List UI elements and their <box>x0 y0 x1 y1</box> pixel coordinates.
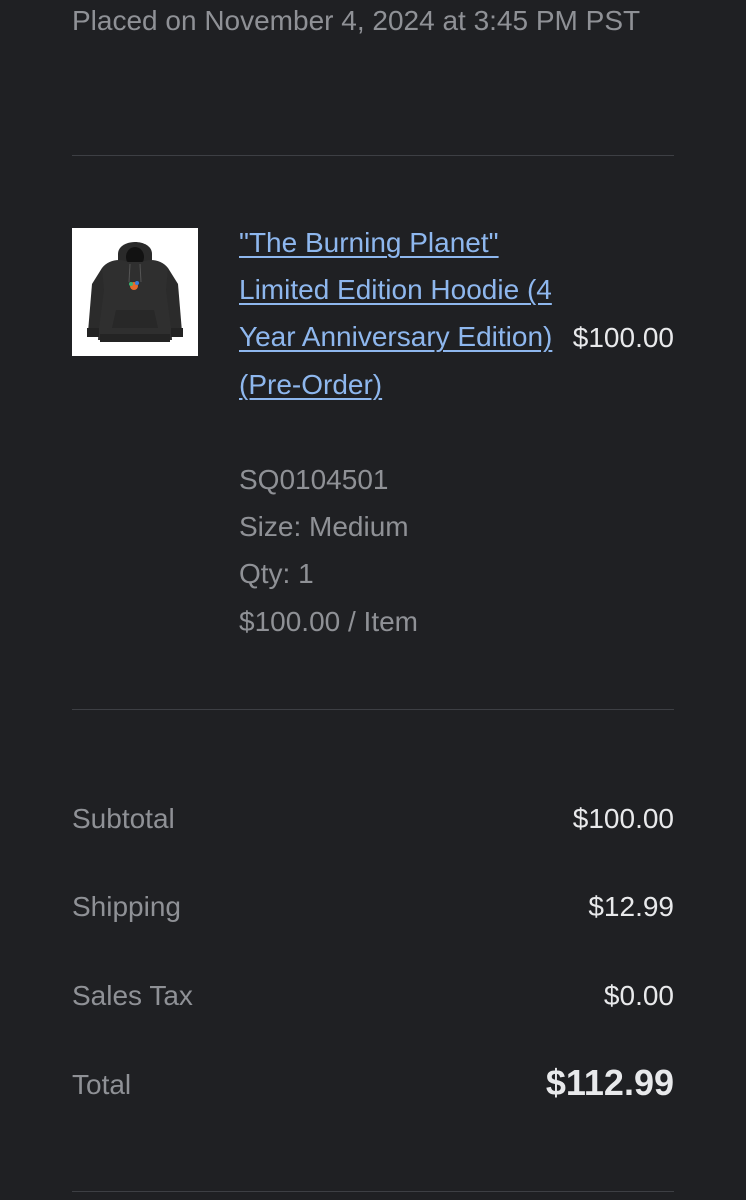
product-sku: SQ0104501 <box>239 464 389 495</box>
product-thumbnail[interactable] <box>72 228 198 356</box>
total-value: $112.99 <box>545 1062 674 1103</box>
subtotal-value: $100.00 <box>572 803 674 834</box>
divider <box>72 1191 674 1192</box>
total-row: Total $112.99 <box>72 1061 674 1108</box>
sales-tax-row: Sales Tax $0.00 <box>72 972 674 1019</box>
subtotal-label: Subtotal <box>72 803 175 834</box>
subtotal-row: Subtotal $100.00 <box>72 795 674 842</box>
product-quantity: Qty: 1 <box>239 558 314 589</box>
product-price: $100.00 <box>572 322 674 353</box>
shipping-label: Shipping <box>72 891 181 922</box>
shipping-value: $12.99 <box>588 891 674 922</box>
divider <box>72 155 674 156</box>
shipping-row: Shipping $12.99 <box>72 883 674 930</box>
sales-tax-value: $0.00 <box>603 980 674 1011</box>
total-label: Total <box>72 1069 132 1100</box>
product-size: Size: Medium <box>239 511 409 542</box>
order-placed-date: Placed on November 4, 2024 at 3:45 PM PS… <box>72 5 641 36</box>
product-title-link[interactable]: "The Burning Planet" Limited Edition Hoo… <box>239 219 559 408</box>
sales-tax-label: Sales Tax <box>72 980 193 1011</box>
product-unit-price: $100.00 / Item <box>239 606 419 637</box>
divider <box>72 709 674 710</box>
